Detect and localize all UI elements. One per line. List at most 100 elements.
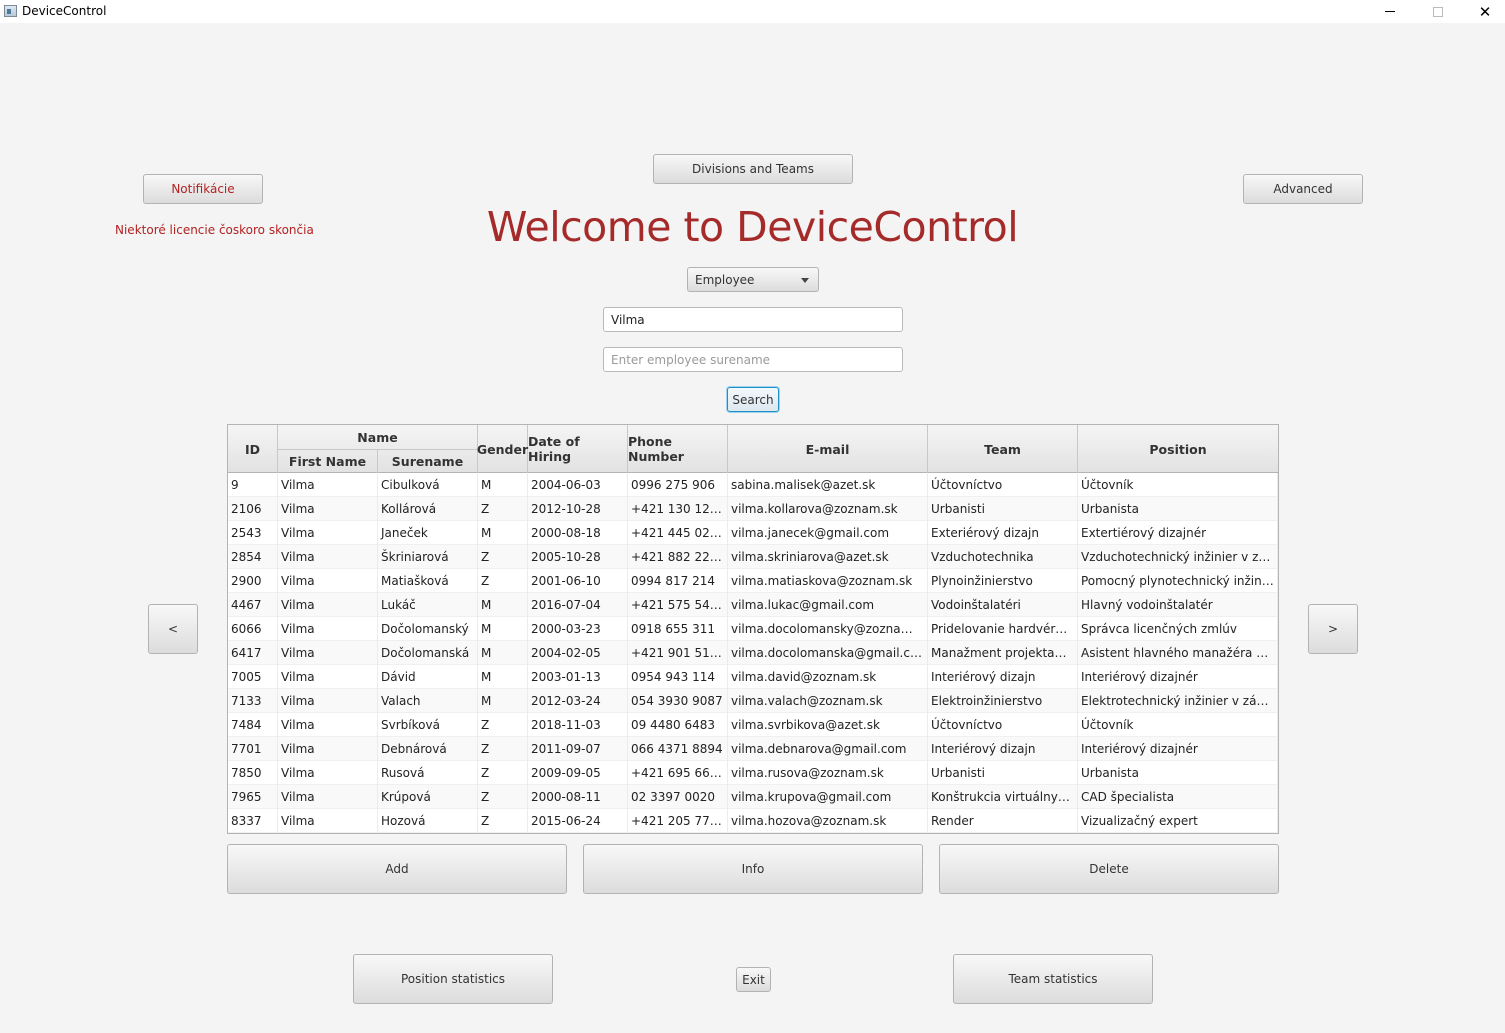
add-button[interactable]: Add — [227, 844, 567, 894]
cell-phone: 02 3397 0020 — [628, 785, 728, 809]
col-header-surname[interactable]: Surename — [378, 449, 478, 473]
table-row[interactable]: 7005 Vilma Dávid M 2003-01-13 0954 943 114 vil… — [228, 665, 1278, 689]
info-button[interactable]: Info — [583, 844, 923, 894]
table-row[interactable]: 7965 Vilma Krúpová Z 2000-08-11 02 3397 0020 v… — [228, 785, 1278, 809]
table-row[interactable]: 2900 Vilma Matiašková Z 2001-06-10 0994 817 2… — [228, 569, 1278, 593]
window-title: DeviceControl — [22, 4, 107, 18]
cell-phone: 0954 943 114 — [628, 665, 728, 689]
cell-date: 2018-11-03 — [528, 713, 628, 737]
table-row[interactable]: 6066 Vilma Dočolomanský M 2000-03-23 0918 655… — [228, 617, 1278, 641]
col-header-position[interactable]: Position — [1078, 425, 1278, 473]
table-row[interactable]: 8337VilmaHozováZ2015-06-24+421 205 776 5… — [228, 809, 1278, 833]
advanced-button[interactable]: Advanced — [1243, 174, 1363, 204]
cell-surname: Hozová — [378, 809, 478, 833]
cell-surname: Matiašková — [378, 569, 478, 593]
table-row[interactable]: 7484 Vilma Svrbíková Z 2018-11-03 09 4480 648… — [228, 713, 1278, 737]
cell-team: Interiérový dizajn — [928, 665, 1078, 689]
col-header-name[interactable]: Name — [278, 425, 478, 449]
col-header-phone[interactable]: Phone Number — [628, 425, 728, 473]
cell-team: Konštrukcia virtuálnych s... — [928, 785, 1078, 809]
cell-date: 2009-09-05 — [528, 761, 628, 785]
search-type-select[interactable]: Employee — [687, 267, 819, 292]
cell-id: 6417 — [228, 641, 278, 665]
table-row[interactable]: 2106 Vilma Kollárová Z 2012-10-28 +421 130 12… — [228, 497, 1278, 521]
table-row[interactable]: 2854 Vilma Škriniarová Z 2005-10-28 +421 882 … — [228, 545, 1278, 569]
cell-email: vilma.debnarova@gmail.com — [728, 737, 928, 761]
table-row[interactable]: 9 Vilma Cibulková M 2004-06-03 0996 275 906 sa… — [228, 473, 1278, 497]
position-statistics-button[interactable]: Position statistics — [353, 954, 553, 1004]
cell-id: 2854 — [228, 545, 278, 569]
employee-table: ID Name First Name Surename Gender Date … — [227, 424, 1279, 834]
next-page-button[interactable]: > — [1308, 604, 1358, 654]
cell-team: Účtovníctvo — [928, 713, 1078, 737]
chevron-down-icon — [801, 278, 809, 283]
col-header-gender[interactable]: Gender — [477, 425, 528, 473]
exit-button[interactable]: Exit — [736, 967, 771, 992]
cell-phone: 0996 275 906 — [628, 473, 728, 497]
cell-first-name: Vilma — [278, 593, 378, 617]
cell-surname: Svrbíková — [378, 713, 478, 737]
cell-id: 9 — [228, 473, 278, 497]
cell-date: 2005-10-28 — [528, 545, 628, 569]
search-button[interactable]: Search — [727, 387, 779, 412]
table-row[interactable]: 2543 Vilma Janeček M 2000-08-18 +421 445 024 … — [228, 521, 1278, 545]
close-button[interactable]: ✕ — [1462, 0, 1505, 23]
cell-email: vilma.rusova@zoznam.sk — [728, 761, 928, 785]
cell-email: vilma.kollarova@zoznam.sk — [728, 497, 928, 521]
cell-position: Vzduchotechnický inžinier v zácviku — [1078, 545, 1278, 569]
cell-date: 2003-01-13 — [528, 665, 628, 689]
cell-surname: Dočolomanský — [378, 617, 478, 641]
close-icon: ✕ — [1478, 3, 1492, 21]
app-icon — [4, 5, 17, 17]
cell-team: Elektroinžinierstvo — [928, 689, 1078, 713]
delete-button[interactable]: Delete — [939, 844, 1279, 894]
cell-first-name: Vilma — [278, 665, 378, 689]
team-statistics-button[interactable]: Team statistics — [953, 954, 1153, 1004]
maximize-button[interactable] — [1415, 0, 1461, 23]
cell-team: Vzduchotechnika — [928, 545, 1078, 569]
cell-surname: Janeček — [378, 521, 478, 545]
table-row[interactable]: 4467VilmaLukáčM2016-07-04+421 575 546 9.… — [228, 593, 1278, 617]
minimize-icon — [1385, 11, 1395, 12]
cell-date: 2012-03-24 — [528, 689, 628, 713]
cell-id: 2543 — [228, 521, 278, 545]
cell-team: Urbanisti — [928, 497, 1078, 521]
cell-position: Hlavný vodoinštalatér — [1078, 593, 1278, 617]
cell-position: Urbanista — [1078, 497, 1278, 521]
table-row[interactable]: 7850VilmaRusováZ2009-09-05+421 695 664 3… — [228, 761, 1278, 785]
table-row[interactable]: 6417 Vilma Dočolomanská M 2004-02-05 +421 901… — [228, 641, 1278, 665]
cell-surname: Cibulková — [378, 473, 478, 497]
col-header-team[interactable]: Team — [928, 425, 1078, 473]
cell-gender: M — [478, 641, 528, 665]
cell-id: 6066 — [228, 617, 278, 641]
cell-phone: 054 3930 9087 — [628, 689, 728, 713]
cell-email: sabina.malisek@azet.sk — [728, 473, 928, 497]
cell-date: 2000-03-23 — [528, 617, 628, 641]
cell-surname: Debnárová — [378, 737, 478, 761]
cell-phone: 0994 817 214 — [628, 569, 728, 593]
minimize-button[interactable] — [1367, 0, 1413, 23]
surname-input[interactable] — [603, 347, 903, 372]
cell-team: Interiérový dizajn — [928, 737, 1078, 761]
previous-page-button[interactable]: < — [148, 604, 198, 654]
cell-date: 2001-06-10 — [528, 569, 628, 593]
cell-date: 2000-08-18 — [528, 521, 628, 545]
cell-team: Vodoinštalatéri — [928, 593, 1078, 617]
cell-first-name: Vilma — [278, 521, 378, 545]
col-header-date[interactable]: Date of Hiring — [528, 425, 628, 473]
divisions-and-teams-button[interactable]: Divisions and Teams — [653, 154, 853, 184]
cell-date: 2015-06-24 — [528, 809, 628, 833]
col-header-email[interactable]: E-mail — [728, 425, 928, 473]
cell-date: 2004-06-03 — [528, 473, 628, 497]
col-header-first-name[interactable]: First Name — [278, 449, 378, 473]
cell-date: 2000-08-11 — [528, 785, 628, 809]
cell-id: 7484 — [228, 713, 278, 737]
cell-gender: Z — [478, 713, 528, 737]
notifications-button[interactable]: Notifikácie — [143, 174, 263, 204]
cell-surname: Krúpová — [378, 785, 478, 809]
table-body: 9 Vilma Cibulková M 2004-06-03 0996 275 906 sa… — [228, 473, 1278, 833]
col-header-id[interactable]: ID — [228, 425, 278, 473]
firstname-input[interactable] — [603, 307, 903, 332]
table-row[interactable]: 7701 Vilma Debnárová Z 2011-09-07 066 4371 88… — [228, 737, 1278, 761]
table-row[interactable]: 7133 Vilma Valach M 2012-03-24 054 3930 9087 v… — [228, 689, 1278, 713]
